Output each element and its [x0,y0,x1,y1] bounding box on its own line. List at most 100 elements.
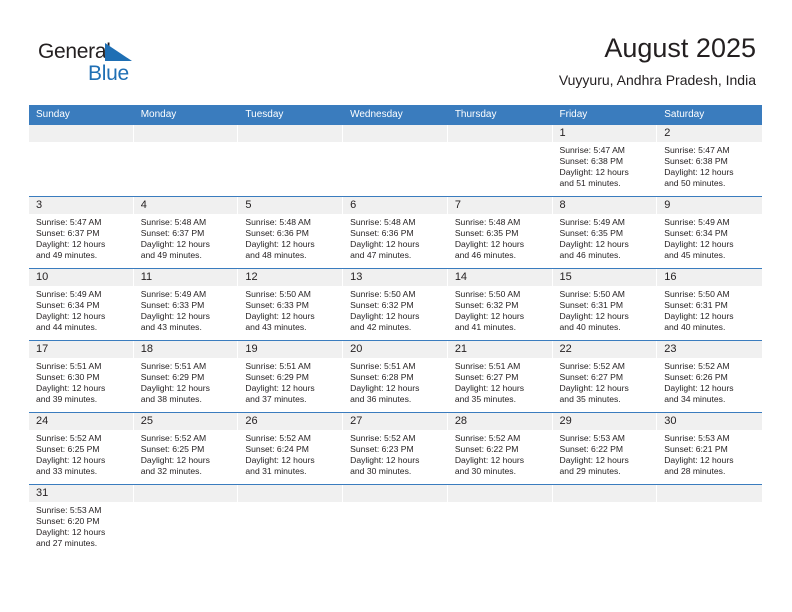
day-cell[interactable]: 11 Sunrise: 5:49 AM Sunset: 6:33 PM Dayligh… [133,269,239,340]
daylight-text-line1: Daylight: 12 hours [664,383,734,394]
day-cell[interactable]: 12 Sunrise: 5:50 AM Sunset: 6:33 PM Dayligh… [238,269,344,340]
day-cell[interactable]: 7 Sunrise: 5:48 AM Sunset: 6:35 PM Daylight… [447,197,553,268]
day-cell[interactable]: 10 Sunrise: 5:49 AM Sunset: 6:34 PM Dayligh… [29,269,134,340]
day-details: Sunrise: 5:53 AM Sunset: 6:20 PM Daylight:… [29,502,133,549]
day-cell[interactable]: 1 Sunrise: 5:47 AM Sunset: 6:38 PM Daylight… [552,125,658,196]
day-number: 5 [238,197,343,214]
daylight-text-line1: Daylight: 12 hours [664,239,734,250]
day-cell[interactable] [657,485,762,556]
day-cell[interactable]: 6 Sunrise: 5:48 AM Sunset: 6:36 PM Daylight… [343,197,448,268]
day-cell[interactable]: 30 Sunrise: 5:53 AM Sunset: 6:21 PM Dayligh… [657,413,762,484]
day-cell[interactable]: 27 Sunrise: 5:52 AM Sunset: 6:23 PM Dayligh… [343,413,448,484]
daylight-text-line2: and 32 minutes. [140,466,202,477]
weekday-header-friday: Friday [559,109,588,120]
day-cell[interactable]: 4 Sunrise: 5:48 AM Sunset: 6:37 PM Daylight… [133,197,239,268]
sunrise-text: Sunrise: 5:52 AM [350,433,416,443]
sunset-text: Sunset: 6:32 PM [454,300,519,311]
day-cell[interactable]: 26 Sunrise: 5:52 AM Sunset: 6:24 PM Dayligh… [238,413,344,484]
page-subtitle: Vuyyuru, Andhra Pradesh, India [558,72,756,88]
day-number: 18 [133,341,238,358]
sunrise-text: Sunrise: 5:51 AM [140,361,207,371]
day-cell[interactable] [447,125,553,196]
sunset-text: Sunset: 6:31 PM [559,300,624,311]
day-details: Sunrise: 5:48 AM Sunset: 6:36 PM Daylight:… [343,214,447,261]
day-cell[interactable] [343,125,448,196]
day-details [134,502,238,505]
day-cell[interactable]: 31 Sunrise: 5:53 AM Sunset: 6:20 PM Dayligh… [29,485,134,556]
daylight-text-line1: Daylight: 12 hours [140,455,210,466]
day-number: 16 [657,269,762,286]
daylight-text-line2: and 49 minutes. [140,250,202,261]
daylight-text-line1: Daylight: 12 hours [559,383,629,394]
day-cell[interactable]: 17 Sunrise: 5:51 AM Sunset: 6:30 PM Dayligh… [29,341,134,412]
day-details: Sunrise: 5:47 AM Sunset: 6:38 PM Daylight:… [657,142,762,189]
day-number [343,125,447,142]
day-cell[interactable]: 5 Sunrise: 5:48 AM Sunset: 6:36 PM Daylight… [238,197,344,268]
daylight-text-line1: Daylight: 12 hours [140,383,210,394]
day-cell[interactable]: 23 Sunrise: 5:52 AM Sunset: 6:26 PM Dayligh… [657,341,762,412]
day-cell[interactable] [133,125,239,196]
day-cell[interactable] [447,485,553,556]
day-cell[interactable] [29,125,134,196]
sunset-text: Sunset: 6:37 PM [140,228,205,239]
sunrise-text: Sunrise: 5:48 AM [350,217,416,227]
day-cell[interactable]: 28 Sunrise: 5:52 AM Sunset: 6:22 PM Dayligh… [447,413,553,484]
day-cell[interactable]: 24 Sunrise: 5:52 AM Sunset: 6:25 PM Dayligh… [29,413,134,484]
day-cell[interactable]: 9 Sunrise: 5:49 AM Sunset: 6:34 PM Daylight… [657,197,762,268]
day-cell[interactable]: 8 Sunrise: 5:49 AM Sunset: 6:35 PM Daylight… [552,197,658,268]
day-cell[interactable]: 15 Sunrise: 5:50 AM Sunset: 6:31 PM Dayligh… [552,269,658,340]
sunrise-text: Sunrise: 5:50 AM [350,289,416,299]
day-cell[interactable]: 18 Sunrise: 5:51 AM Sunset: 6:29 PM Dayligh… [133,341,239,412]
day-cell[interactable]: 2 Sunrise: 5:47 AM Sunset: 6:38 PM Daylight… [657,125,762,196]
day-cell[interactable] [238,125,344,196]
sunset-text: Sunset: 6:20 PM [36,516,100,527]
day-details: Sunrise: 5:48 AM Sunset: 6:35 PM Daylight:… [448,214,552,261]
weekday-header-monday: Monday [140,109,177,120]
daylight-text-line1: Daylight: 12 hours [350,311,420,322]
daylight-text-line2: and 39 minutes. [36,394,98,405]
daylight-text-line1: Daylight: 12 hours [140,239,210,250]
brand-logo[interactable]: General Blue [38,40,168,90]
sunrise-text: Sunrise: 5:48 AM [140,217,207,227]
day-number [133,125,238,142]
day-cell[interactable] [552,485,658,556]
day-number: 3 [29,197,133,214]
day-details [134,142,238,145]
day-number [657,485,762,502]
day-details [343,502,447,505]
day-cell[interactable]: 22 Sunrise: 5:52 AM Sunset: 6:27 PM Dayligh… [552,341,658,412]
day-cell[interactable]: 13 Sunrise: 5:50 AM Sunset: 6:32 PM Dayligh… [343,269,448,340]
daylight-text-line2: and 47 minutes. [350,250,412,261]
day-cell[interactable]: 21 Sunrise: 5:51 AM Sunset: 6:27 PM Dayligh… [447,341,553,412]
sunrise-text: Sunrise: 5:51 AM [36,361,102,371]
sunset-text: Sunset: 6:22 PM [559,444,624,455]
day-cell[interactable]: 3 Sunrise: 5:47 AM Sunset: 6:37 PM Daylight… [29,197,134,268]
day-details: Sunrise: 5:52 AM Sunset: 6:23 PM Daylight:… [343,430,447,477]
daylight-text-line2: and 37 minutes. [245,394,307,405]
day-number: 20 [343,341,447,358]
sunset-text: Sunset: 6:22 PM [454,444,519,455]
sunset-text: Sunset: 6:21 PM [664,444,728,455]
day-cell[interactable]: 25 Sunrise: 5:52 AM Sunset: 6:25 PM Dayligh… [133,413,239,484]
title-block: August 2025 Vuyyuru, Andhra Pradesh, Ind… [559,32,756,89]
day-cell[interactable]: 14 Sunrise: 5:50 AM Sunset: 6:32 PM Dayligh… [447,269,553,340]
daylight-text-line2: and 38 minutes. [140,394,202,405]
day-number: 17 [29,341,133,358]
sunrise-text: Sunrise: 5:49 AM [140,289,207,299]
sunset-text: Sunset: 6:30 PM [36,372,100,383]
calendar-grid: Sunday Monday Tuesday Wednesday Thursday… [29,105,762,556]
daylight-text-line2: and 30 minutes. [454,466,516,477]
day-cell[interactable]: 20 Sunrise: 5:51 AM Sunset: 6:28 PM Dayligh… [343,341,448,412]
day-cell[interactable]: 16 Sunrise: 5:50 AM Sunset: 6:31 PM Dayligh… [657,269,762,340]
day-cell[interactable] [238,485,344,556]
weekday-header-sunday: Sunday [36,109,70,120]
day-cell[interactable]: 19 Sunrise: 5:51 AM Sunset: 6:29 PM Dayligh… [238,341,344,412]
sunset-text: Sunset: 6:35 PM [454,228,519,239]
daylight-text-line2: and 45 minutes. [664,250,726,261]
sunset-text: Sunset: 6:33 PM [245,300,309,311]
day-cell[interactable]: 29 Sunrise: 5:53 AM Sunset: 6:22 PM Dayligh… [552,413,658,484]
day-cell[interactable] [133,485,239,556]
day-cell[interactable] [343,485,448,556]
page-title: August 2025 [604,33,756,63]
day-number: 4 [133,197,238,214]
